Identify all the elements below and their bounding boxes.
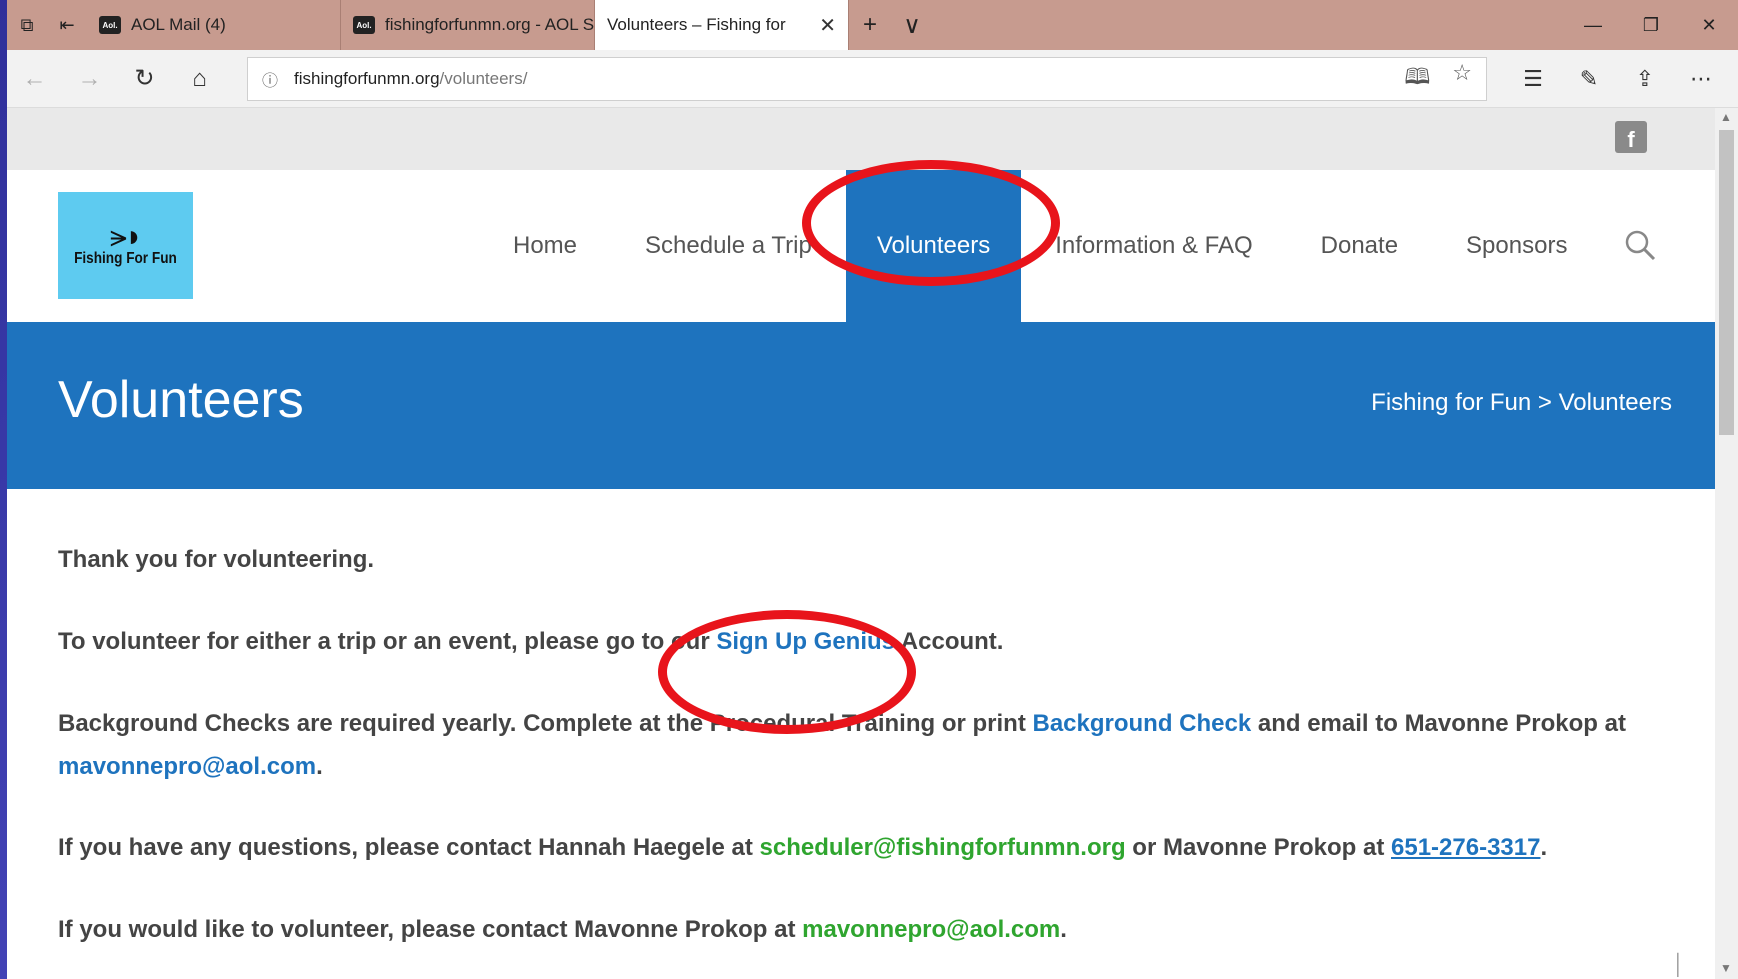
signup-paragraph: To volunteer for either a trip or an eve… [58,620,1668,663]
tab-bar: ⧉ ⇤ Aol. AOL Mail (4) Aol. fishingforfun… [7,0,1738,50]
text: If you have any questions, please contac… [58,834,760,861]
facebook-icon[interactable]: f [1615,121,1647,153]
text: Account. [895,628,1004,655]
new-tab-icon[interactable]: + [849,0,891,50]
main-nav: Home Schedule a Trip Volunteers Informat… [479,170,1601,322]
tab-aol-search[interactable]: Aol. fishingforfunmn.org - AOL S [341,0,595,50]
nav-schedule-trip[interactable]: Schedule a Trip [611,170,846,322]
tab-aol-mail[interactable]: Aol. AOL Mail (4) [87,0,341,50]
pen-icon[interactable]: ✎ [1561,66,1617,92]
nav-sponsors[interactable]: Sponsors [1432,170,1601,322]
url-host: fishingforfunmn.org [294,68,440,88]
scroll-up-icon[interactable]: ▲ [1720,110,1732,124]
window-controls: — ❐ ✕ [1564,0,1738,50]
text: . [1540,834,1548,861]
text: To volunteer for either a trip or an eve… [58,628,717,655]
more-menu-icon[interactable]: ⋯ [1673,66,1729,92]
tab-label: Volunteers – Fishing for [607,15,786,34]
tab-volunteers[interactable]: Volunteers – Fishing for ✕ [595,0,849,50]
info-icon[interactable]: ⓘ [262,67,278,91]
favorite-star-icon[interactable]: ☆ [1452,60,1472,98]
toolbar: ☰ ✎ ⇪ ⋯ [1505,66,1729,92]
set-aside-tabs-icon[interactable]: ⇤ [47,0,87,50]
refresh-icon[interactable]: ↻ [117,50,172,108]
url-field[interactable]: ⓘ fishingforfunmn.org/volunteers/ 🕮 ☆ [247,56,1487,101]
questions-paragraph: If you have any questions, please contac… [58,826,1668,869]
thank-you-text: Thank you for volunteering. [58,546,375,573]
email-link-mavonne[interactable]: mavonnepro@aol.com [58,753,316,780]
minimize-icon[interactable]: — [1564,0,1622,50]
fish-logo-icon: ⪫◗ [109,219,143,253]
page-title: Volunteers [58,371,304,429]
web-page: f ⪫◗ Fishing For Fun Home Schedule a Tri… [7,108,1715,979]
page-banner: Volunteers Fishing for Fun > Volunteers [7,322,1715,489]
aol-favicon-icon: Aol. [99,16,121,34]
chevron-down-icon[interactable]: ∨ [891,0,933,50]
address-bar-row: ← → ↻ ⌂ ⓘ fishingforfunmn.org/volunteers… [7,50,1738,108]
background-check-paragraph: Background Checks are required yearly. C… [58,702,1668,788]
text: and email to Mavonne Prokop at [1251,710,1626,737]
scrollbar-thumb[interactable] [1719,130,1734,435]
close-tab-icon[interactable]: ✕ [819,13,836,38]
url-path: /volunteers/ [439,68,528,88]
aol-favicon-icon: Aol. [353,16,375,34]
back-arrow-icon[interactable]: ← [7,50,62,108]
contact-paragraph: If you would like to volunteer, please c… [58,908,1668,951]
home-icon[interactable]: ⌂ [172,50,227,108]
nav-donate[interactable]: Donate [1287,170,1432,322]
browser-window: ⧉ ⇤ Aol. AOL Mail (4) Aol. fishingforfun… [7,0,1738,979]
text: . [316,753,323,780]
scroll-down-icon[interactable]: ▼ [1720,961,1732,975]
text: If you would like to volunteer, please c… [58,916,803,943]
cursor-mark-icon: │ [1672,954,1686,976]
email-link-mavonne-2[interactable]: mavonnepro@aol.com [802,916,1060,943]
favorites-list-icon[interactable]: ☰ [1505,66,1561,92]
breadcrumb: Fishing for Fun > Volunteers [1371,389,1672,416]
top-strip: f [7,108,1715,170]
nav-volunteers[interactable]: Volunteers [845,170,1022,322]
text: Background Checks are required yearly. C… [58,710,1033,737]
vertical-scrollbar[interactable]: ▲ ▼ [1715,108,1738,979]
tab-label: fishingforfunmn.org - AOL S [385,15,595,34]
tab-preview-icon[interactable]: ⧉ [7,0,47,50]
site-header: ⪫◗ Fishing For Fun Home Schedule a Trip … [7,170,1715,322]
text: . [1060,916,1067,943]
text: or Mavonne Prokop at [1125,834,1391,861]
email-link-scheduler[interactable]: scheduler@fishingforfunmn.org [760,834,1126,861]
tab-label: AOL Mail (4) [131,15,226,34]
nav-home[interactable]: Home [479,170,611,322]
forward-arrow-icon[interactable]: → [62,50,117,108]
close-window-icon[interactable]: ✕ [1680,0,1738,50]
search-icon[interactable] [1623,228,1657,262]
reading-view-icon[interactable]: 🕮 [1404,60,1430,98]
sign-up-genius-link[interactable]: Sign Up Genius [716,628,895,655]
logo-text: Fishing For Fun [74,249,177,267]
site-logo[interactable]: ⪫◗ Fishing For Fun [58,192,193,299]
background-check-link[interactable]: Background Check [1032,710,1251,737]
nav-information-faq[interactable]: Information & FAQ [1021,170,1286,322]
restore-icon[interactable]: ❐ [1622,0,1680,50]
phone-link[interactable]: 651-276-3317 [1391,834,1540,861]
share-icon[interactable]: ⇪ [1617,66,1673,92]
page-content: Thank you for volunteering. To volunteer… [58,538,1668,979]
